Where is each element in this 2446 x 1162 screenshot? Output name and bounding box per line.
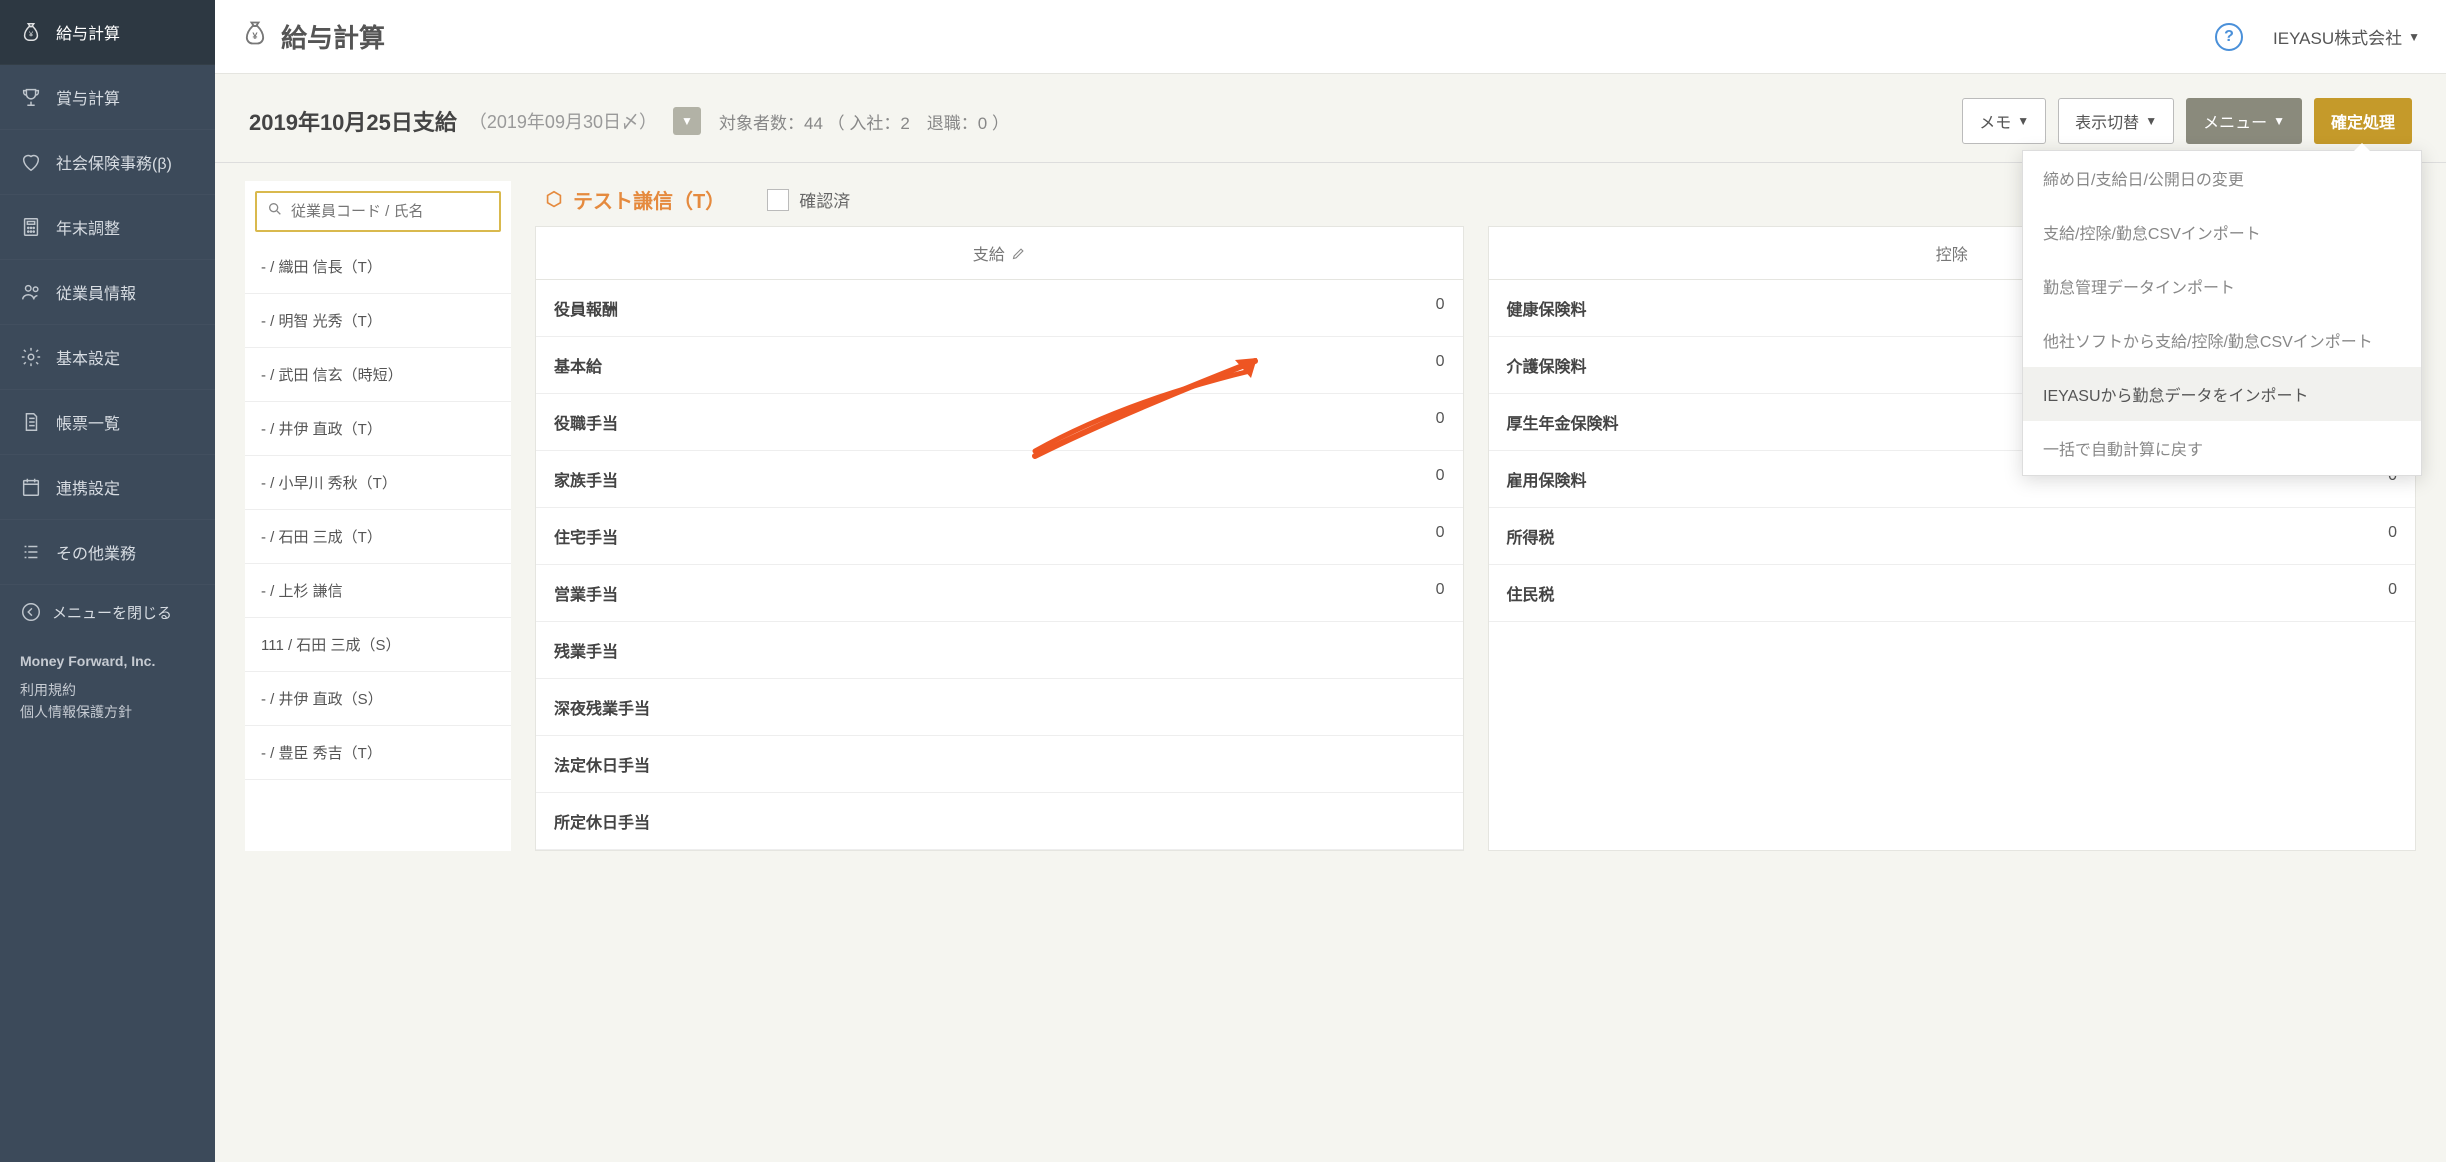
- employee-row[interactable]: - / 武田 信玄（時短）: [245, 348, 511, 402]
- search-input[interactable]: [291, 203, 490, 220]
- employee-row[interactable]: - / 豊臣 秀吉（T）: [245, 726, 511, 780]
- heart-icon: [20, 151, 42, 173]
- confirm-button[interactable]: 確定処理: [2314, 98, 2412, 144]
- calculator-icon: [20, 216, 42, 238]
- menu-button[interactable]: メニュー▼: [2186, 98, 2302, 144]
- sidebar-item-label: 社会保険事務(β): [56, 150, 172, 174]
- selected-employee-name: テスト謙信（T）: [543, 185, 725, 214]
- menu-dropdown-item[interactable]: 締め日/支給日/公開日の変更: [2023, 151, 2421, 205]
- cutoff-date: （2019年09月30日〆）: [469, 108, 657, 134]
- trophy-icon: [20, 86, 42, 108]
- menu-dropdown-item[interactable]: 支給/控除/勤怠CSVインポート: [2023, 205, 2421, 259]
- target-counts: 対象者数：44 （ 入社：2 退職：0 ）: [719, 109, 1009, 134]
- people-icon: [20, 281, 42, 303]
- employee-list[interactable]: - / 織田 信長（T）- / 明智 光秀（T）- / 武田 信玄（時短）- /…: [245, 240, 511, 780]
- table-row: 住民税0: [1489, 565, 2416, 622]
- sidebar-item-label: 給与計算: [56, 20, 120, 44]
- employee-row[interactable]: - / 織田 信長（T）: [245, 240, 511, 294]
- sidebar-item-label: 賞与計算: [56, 85, 120, 109]
- menu-dropdown-item[interactable]: 一括で自動計算に戻す: [2023, 421, 2421, 475]
- display-toggle-button[interactable]: 表示切替▼: [2058, 98, 2174, 144]
- sidebar: ¥ 給与計算 賞与計算 社会保険事務(β) 年末調整 従業員情報 基本設定 帳票…: [0, 0, 215, 1162]
- memo-button[interactable]: メモ▼: [1962, 98, 2046, 144]
- search-field[interactable]: [255, 191, 501, 232]
- svg-text:¥: ¥: [252, 31, 258, 41]
- chevron-down-icon: ▼: [2408, 30, 2420, 44]
- pencil-icon[interactable]: [1011, 246, 1026, 261]
- topbar: ¥ 給与計算 ? IEYASU株式会社 ▼: [215, 0, 2446, 74]
- sidebar-item-label: 基本設定: [56, 345, 120, 369]
- employee-panel: - / 織田 信長（T）- / 明智 光秀（T）- / 武田 信玄（時短）- /…: [245, 181, 511, 851]
- checkbox-icon: [767, 189, 789, 211]
- list-icon: [20, 541, 42, 563]
- calendar-icon: [20, 476, 42, 498]
- chevron-down-icon: ▼: [2017, 114, 2029, 128]
- page-title-text: 給与計算: [281, 18, 385, 55]
- table-row: 家族手当0: [536, 451, 1463, 508]
- footer-company: Money Forward, Inc.: [20, 653, 195, 669]
- sidebar-item-employees[interactable]: 従業員情報: [0, 260, 215, 325]
- footer-link-privacy[interactable]: 個人情報保護方針: [20, 701, 195, 723]
- sidebar-item-social-insurance[interactable]: 社会保険事務(β): [0, 130, 215, 195]
- sidebar-item-label: 年末調整: [56, 215, 120, 239]
- table-row: 基本給0: [536, 337, 1463, 394]
- employee-row[interactable]: - / 井伊 直政（T）: [245, 402, 511, 456]
- date-dropdown-button[interactable]: ▼: [673, 107, 701, 135]
- confirmed-checkbox[interactable]: 確認済: [767, 187, 850, 212]
- table-row: 所得税0: [1489, 508, 2416, 565]
- footer-link-terms[interactable]: 利用規約: [20, 679, 195, 701]
- table-row: 営業手当0: [536, 565, 1463, 622]
- chevron-down-icon: ▼: [2273, 114, 2285, 128]
- employee-row[interactable]: - / 小早川 秀秋（T）: [245, 456, 511, 510]
- chevron-down-icon: ▼: [681, 114, 693, 128]
- employee-row[interactable]: - / 井伊 直政（S）: [245, 672, 511, 726]
- org-selector[interactable]: IEYASU株式会社 ▼: [2273, 24, 2420, 49]
- svg-text:¥: ¥: [29, 30, 34, 39]
- sidebar-item-label: 従業員情報: [56, 280, 136, 304]
- table-row: 所定休日手当: [536, 793, 1463, 850]
- pay-date: 2019年10月25日支給: [249, 105, 457, 137]
- sidebar-item-yearend[interactable]: 年末調整: [0, 195, 215, 260]
- sidebar-item-label: 連携設定: [56, 475, 120, 499]
- page-title: ¥ 給与計算: [241, 18, 385, 55]
- sidebar-item-integration[interactable]: 連携設定: [0, 455, 215, 520]
- gear-icon: [20, 346, 42, 368]
- hexagon-icon: [543, 189, 565, 211]
- sidebar-item-reports[interactable]: 帳票一覧: [0, 390, 215, 455]
- menu-dropdown-item[interactable]: IEYASUから勤怠データをインポート: [2023, 367, 2421, 421]
- employee-row[interactable]: - / 上杉 謙信: [245, 564, 511, 618]
- money-bag-icon: ¥: [241, 19, 269, 54]
- sidebar-item-label: 帳票一覧: [56, 410, 120, 434]
- sidebar-collapse[interactable]: メニューを閉じる: [0, 585, 215, 639]
- document-icon: [20, 411, 42, 433]
- table-row: 役職手当0: [536, 394, 1463, 451]
- sidebar-item-label: その他業務: [56, 540, 136, 564]
- table-row: 役員報酬0: [536, 280, 1463, 337]
- table-row: 住宅手当0: [536, 508, 1463, 565]
- table-row: 残業手当: [536, 622, 1463, 679]
- table-row: 深夜残業手当: [536, 679, 1463, 736]
- table-row: 法定休日手当: [536, 736, 1463, 793]
- org-name: IEYASU株式会社: [2273, 24, 2402, 49]
- chevron-down-icon: ▼: [2145, 114, 2157, 128]
- search-icon: [267, 201, 283, 222]
- sidebar-item-other[interactable]: その他業務: [0, 520, 215, 585]
- employee-row[interactable]: - / 明智 光秀（T）: [245, 294, 511, 348]
- menu-dropdown: 締め日/支給日/公開日の変更支給/控除/勤怠CSVインポート勤怠管理データインポ…: [2022, 150, 2422, 476]
- employee-row[interactable]: - / 石田 三成（T）: [245, 510, 511, 564]
- sidebar-item-settings[interactable]: 基本設定: [0, 325, 215, 390]
- sidebar-collapse-label: メニューを閉じる: [52, 602, 172, 623]
- menu-dropdown-item[interactable]: 他社ソフトから支給/控除/勤怠CSVインポート: [2023, 313, 2421, 367]
- help-button[interactable]: ?: [2215, 23, 2243, 51]
- money-bag-icon: ¥: [20, 21, 42, 43]
- sidebar-item-bonus[interactable]: 賞与計算: [0, 65, 215, 130]
- sidebar-footer: Money Forward, Inc. 利用規約 個人情報保護方針: [0, 639, 215, 738]
- sidebar-item-payroll[interactable]: ¥ 給与計算: [0, 0, 215, 65]
- pay-table-header: 支給: [536, 227, 1463, 280]
- pay-table: 支給 役員報酬0基本給0役職手当0家族手当0住宅手当0営業手当0残業手当深夜残業…: [535, 226, 1464, 851]
- employee-row[interactable]: 111 / 石田 三成（S）: [245, 618, 511, 672]
- chevron-left-circle-icon: [20, 601, 42, 623]
- menu-dropdown-item[interactable]: 勤怠管理データインポート: [2023, 259, 2421, 313]
